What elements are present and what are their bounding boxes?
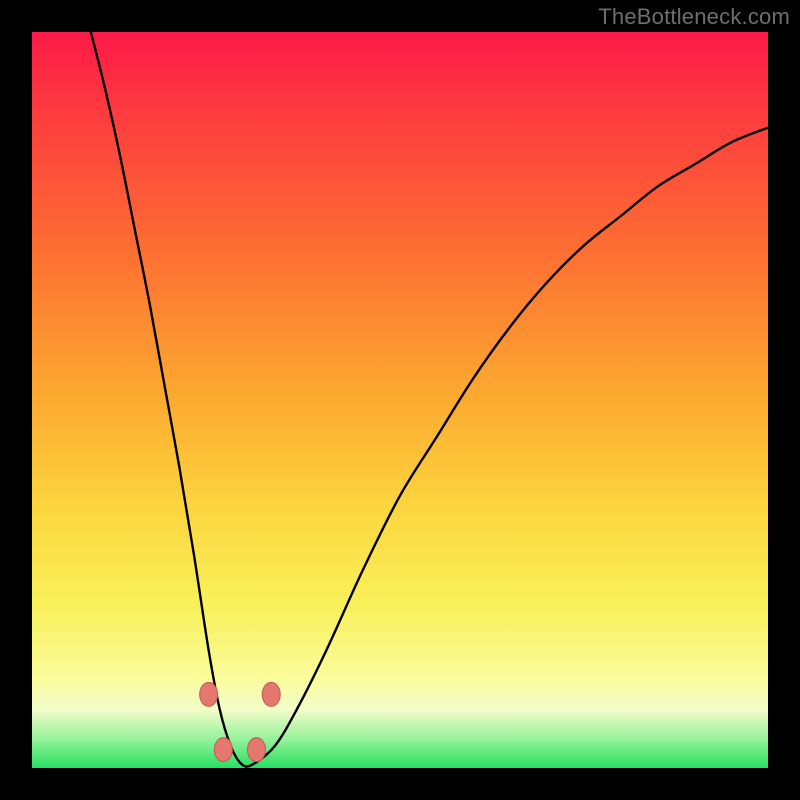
bottleneck-curve <box>91 32 768 767</box>
curve-markers <box>200 682 281 761</box>
right-lower-marker <box>247 738 265 762</box>
chart-frame: TheBottleneck.com <box>0 0 800 800</box>
watermark-text: TheBottleneck.com <box>598 4 790 30</box>
right-upper-marker <box>262 682 280 706</box>
left-lower-marker <box>214 738 232 762</box>
curve-svg <box>32 32 768 768</box>
left-upper-marker <box>200 682 218 706</box>
plot-area <box>32 32 768 768</box>
